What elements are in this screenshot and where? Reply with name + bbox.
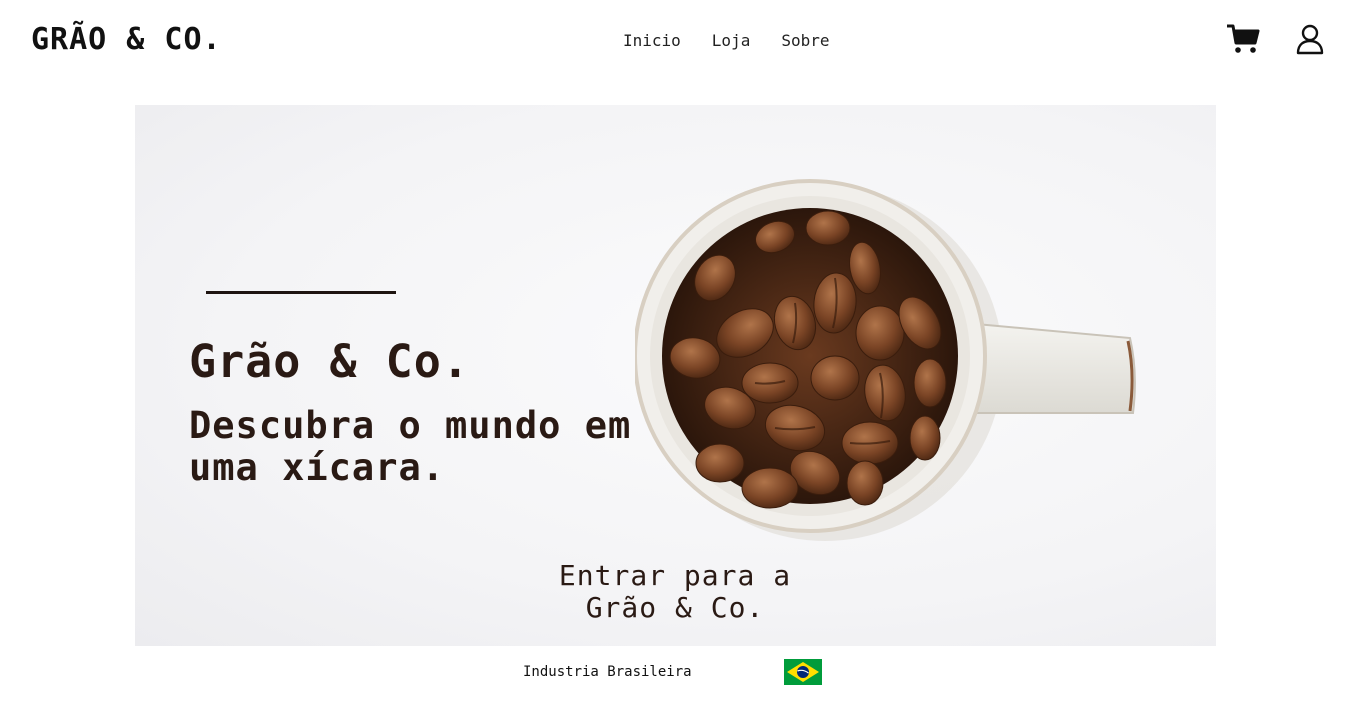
enter-link[interactable]: Entrar para a Grão & Co.: [540, 560, 810, 624]
site-header: GRÃO & CO. Inicio Loja Sobre: [0, 0, 1351, 84]
user-icon[interactable]: [1294, 23, 1326, 55]
nav-link-sobre[interactable]: Sobre: [781, 31, 829, 50]
coffee-cup-image: [635, 179, 1136, 541]
brazil-flag-icon: [784, 659, 822, 685]
hero-divider: [206, 291, 396, 294]
brand-logo[interactable]: GRÃO & CO.: [31, 22, 222, 57]
hero-banner: Grão & Co. Descubra o mundo em uma xícar…: [135, 105, 1216, 646]
nav-link-inicio[interactable]: Inicio: [623, 31, 681, 50]
hero-subtitle: Descubra o mundo em uma xícara.: [189, 404, 632, 489]
cart-icon[interactable]: [1226, 24, 1260, 54]
main-nav: Inicio Loja Sobre: [623, 31, 830, 50]
nav-link-loja[interactable]: Loja: [712, 31, 751, 50]
footer-made-in-brazil: Industria Brasileira: [523, 664, 692, 680]
hero-title: Grão & Co.: [189, 335, 470, 388]
